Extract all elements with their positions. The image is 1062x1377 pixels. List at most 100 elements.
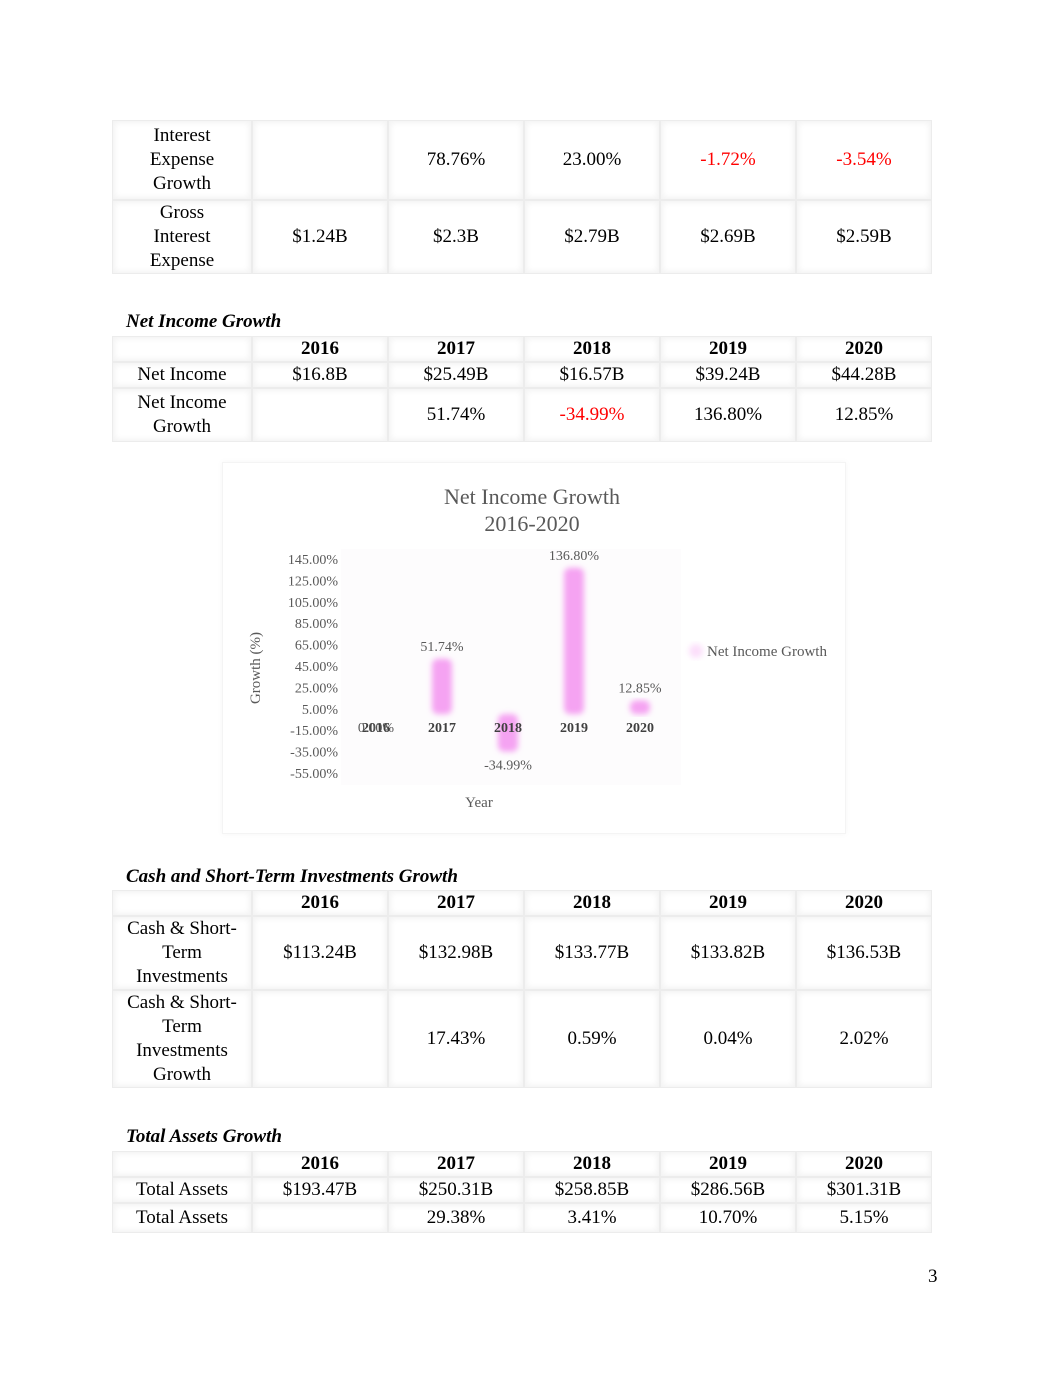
year-header: 2020 <box>796 1151 932 1177</box>
interest-expense-table: Interest Expense Growth 78.76% 23.00% -1… <box>112 120 932 274</box>
y-tick-label: 5.00% <box>302 703 339 718</box>
table-cell: 0.59% <box>524 990 660 1088</box>
row-label: Total Assets <box>112 1203 252 1233</box>
table-row: Cash & Short-Term Investments Growth 17.… <box>112 990 932 1088</box>
row-label: Net Income Growth <box>112 388 252 442</box>
table-cell: 51.74% <box>388 388 524 442</box>
table-cell <box>252 1203 388 1233</box>
header-cell <box>112 890 252 916</box>
row-label: Cash & Short-Term Investments <box>112 916 252 990</box>
x-tick-label: 2018 <box>494 721 522 736</box>
header-row: 2016 2017 2018 2019 2020 <box>112 336 932 362</box>
legend-label: Net Income Growth <box>707 644 827 660</box>
y-tick-label: -35.00% <box>290 746 338 761</box>
header-cell <box>112 1151 252 1177</box>
bar-2017 <box>432 658 452 715</box>
table-cell: $2.69B <box>660 200 796 274</box>
year-header: 2016 <box>252 890 388 916</box>
table-cell: $133.77B <box>524 916 660 990</box>
bar-2019 <box>564 567 584 715</box>
table-row: Total Assets 29.38% 3.41% 10.70% 5.15% <box>112 1203 932 1233</box>
table-row: Gross Interest Expense $1.24B $2.3B $2.7… <box>112 200 932 274</box>
table-cell: $2.59B <box>796 200 932 274</box>
table-cell: $39.24B <box>660 362 796 388</box>
page-number: 3 <box>928 1266 938 1287</box>
year-header: 2017 <box>388 890 524 916</box>
table-cell: -3.54% <box>796 120 932 200</box>
row-label: Total Assets <box>112 1177 252 1203</box>
table-row: Interest Expense Growth 78.76% 23.00% -1… <box>112 120 932 200</box>
table-row: Net Income Growth 51.74% -34.99% 136.80%… <box>112 388 932 442</box>
table-cell: -1.72% <box>660 120 796 200</box>
data-label: -34.99% <box>484 759 532 774</box>
year-header: 2018 <box>524 336 660 362</box>
chart-title-line-2: 2016-2020 <box>484 511 579 536</box>
legend-swatch <box>689 644 703 658</box>
y-tick-label: 105.00% <box>288 596 339 611</box>
year-header: 2019 <box>660 890 796 916</box>
year-header: 2020 <box>796 890 932 916</box>
table-cell: 10.70% <box>660 1203 796 1233</box>
row-label: Interest Expense Growth <box>112 120 252 200</box>
table-cell: 136.80% <box>660 388 796 442</box>
x-tick-label: 2017 <box>428 721 456 736</box>
table-cell: $44.28B <box>796 362 932 388</box>
table-cell <box>252 990 388 1088</box>
table-cell: $132.98B <box>388 916 524 990</box>
year-header: 2018 <box>524 1151 660 1177</box>
table-cell: $193.47B <box>252 1177 388 1203</box>
year-header: 2019 <box>660 336 796 362</box>
data-label: 0.00% <box>358 721 395 736</box>
row-label: Cash & Short-Term Investments Growth <box>112 990 252 1088</box>
table-cell: $2.3B <box>388 200 524 274</box>
table-cell: 78.76% <box>388 120 524 200</box>
table-cell: $250.31B <box>388 1177 524 1203</box>
year-header: 2019 <box>660 1151 796 1177</box>
table-cell: 29.38% <box>388 1203 524 1233</box>
table-cell <box>252 388 388 442</box>
data-label: 136.80% <box>549 549 600 564</box>
y-tick-label: -15.00% <box>290 724 338 739</box>
x-tick-label: 2020 <box>626 721 654 736</box>
table-cell: 17.43% <box>388 990 524 1088</box>
row-label: Gross Interest Expense <box>112 200 252 274</box>
y-axis-ticks: 145.00% 125.00% 105.00% 85.00% 65.00% 45.00% 2… <box>288 553 339 782</box>
net-income-growth-chart: Net Income Growth 2016-2020 Growth (%) Y… <box>222 462 846 834</box>
table-cell: 2.02% <box>796 990 932 1088</box>
table-cell: $113.24B <box>252 916 388 990</box>
year-header: 2017 <box>388 1151 524 1177</box>
y-tick-label: 25.00% <box>295 681 339 696</box>
x-tick-label: 2019 <box>560 721 588 736</box>
year-header: 2016 <box>252 336 388 362</box>
data-label: 51.74% <box>420 640 464 655</box>
data-label: 12.85% <box>618 681 662 696</box>
table-cell: 0.04% <box>660 990 796 1088</box>
table-cell: 5.15% <box>796 1203 932 1233</box>
table-cell: $301.31B <box>796 1177 932 1203</box>
section-title-cash: Cash and Short-Term Investments Growth <box>126 866 458 887</box>
header-cell <box>112 336 252 362</box>
table-cell: $25.49B <box>388 362 524 388</box>
table-cell: $2.79B <box>524 200 660 274</box>
table-cell: 23.00% <box>524 120 660 200</box>
chart-canvas: Net Income Growth 2016-2020 Growth (%) Y… <box>248 484 827 811</box>
table-row: Net Income $16.8B $25.49B $16.57B $39.24… <box>112 362 932 388</box>
table-cell: $286.56B <box>660 1177 796 1203</box>
row-label: Net Income <box>112 362 252 388</box>
x-axis-title: Year <box>465 795 493 811</box>
table-row: Total Assets $193.47B $250.31B $258.85B … <box>112 1177 932 1203</box>
y-tick-label: 65.00% <box>295 639 339 654</box>
table-cell: $1.24B <box>252 200 388 274</box>
table-cell: $16.8B <box>252 362 388 388</box>
table-cell: -34.99% <box>524 388 660 442</box>
section-title-net-income: Net Income Growth <box>126 311 282 332</box>
y-tick-label: 125.00% <box>288 574 339 589</box>
cash-investments-table: 2016 2017 2018 2019 2020 Cash & Short-Te… <box>112 890 932 1088</box>
section-title-total-assets: Total Assets Growth <box>126 1126 282 1147</box>
table-cell: $133.82B <box>660 916 796 990</box>
table-row: Cash & Short-Term Investments $113.24B $… <box>112 916 932 990</box>
legend: Net Income Growth <box>689 644 827 660</box>
net-income-table: 2016 2017 2018 2019 2020 Net Income $16.… <box>112 336 932 442</box>
y-tick-label: 145.00% <box>288 553 339 568</box>
year-header: 2016 <box>252 1151 388 1177</box>
